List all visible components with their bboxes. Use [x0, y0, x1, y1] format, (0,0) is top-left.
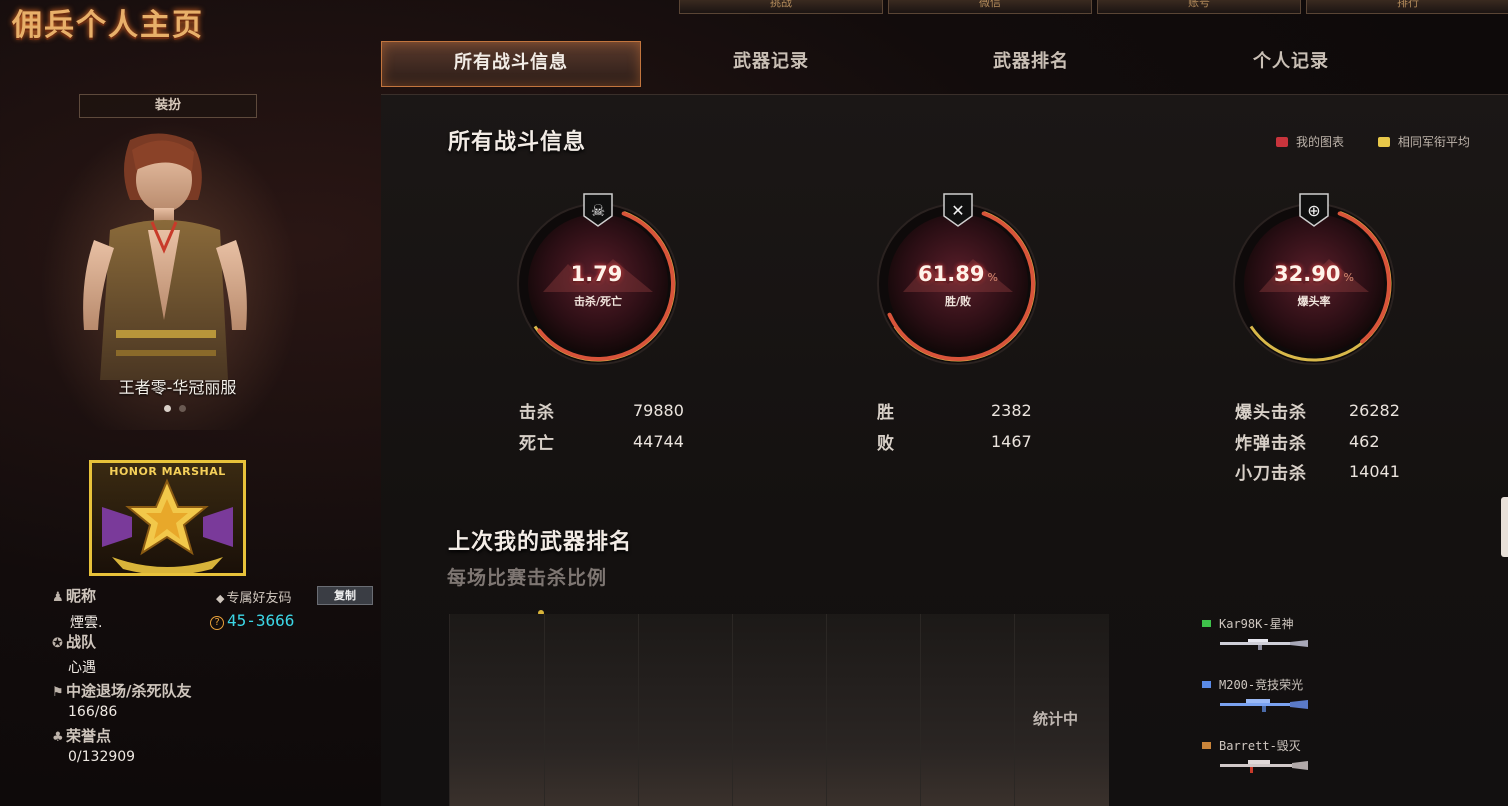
- stat-value: 44744: [633, 432, 684, 451]
- quit-value: 166/86: [68, 704, 118, 720]
- team-icon: ✪: [52, 636, 63, 651]
- friend-code-label: ◆ 专属好友码: [216, 591, 292, 606]
- nickname-value: 煙雲.: [70, 615, 103, 631]
- carousel-dots: [164, 405, 186, 412]
- weapon-ranking-title: 上次我的武器排名: [448, 530, 633, 555]
- weapon-chart-area: [449, 614, 1109, 806]
- user-icon: ♟: [52, 590, 64, 605]
- honor-marshal-emblem: [102, 478, 233, 573]
- rifle-icon: [1220, 699, 1308, 712]
- stat-value: 26282: [1349, 401, 1400, 420]
- stat-name: 击杀: [519, 403, 555, 423]
- stat-name: 炸弹击杀: [1235, 434, 1307, 454]
- crossed-rifles-icon-glyph: ✕: [951, 201, 964, 220]
- tab-bar: 所有战斗信息 武器记录 武器排名 个人记录: [381, 41, 1508, 87]
- rank-badge: HONOR MARSHAL: [89, 460, 246, 576]
- legend-swatch-average: [1377, 137, 1390, 147]
- grid-line: [638, 614, 639, 806]
- rifle-icon: [1220, 639, 1308, 650]
- grid-line: [1014, 614, 1015, 806]
- stat-value: 79880: [633, 401, 684, 420]
- scrollbar-handle[interactable]: [1501, 497, 1508, 557]
- quit-label: ⚑ 中途退场/杀死队友: [52, 682, 192, 700]
- top-nav-item[interactable]: 账号: [1097, 0, 1301, 14]
- skull-icon-glyph: ☠: [591, 201, 605, 220]
- kd-gauge-label: 击杀/死亡: [573, 295, 623, 308]
- tab-weapon-ranking[interactable]: 武器排名: [901, 41, 1161, 87]
- carousel-dot[interactable]: [179, 405, 186, 412]
- weapon-swatch: [1202, 681, 1211, 688]
- chart-legend: 我的图表 相同军衔平均: [1276, 133, 1508, 150]
- stat-value: 2382: [991, 401, 1032, 420]
- crosshair-icon-glyph: ⊕: [1307, 201, 1320, 220]
- kd-gauge-value: 1.79: [570, 262, 623, 286]
- top-nav-item[interactable]: 微信: [888, 0, 1092, 14]
- copy-button[interactable]: 复制: [317, 586, 373, 605]
- running-person-icon: ⚑: [52, 685, 64, 700]
- costume-name: 王者零-华冠丽服: [118, 378, 237, 397]
- legend-average-label: 相同军衔平均: [1397, 135, 1470, 149]
- friend-code-value: ? 45-3666: [210, 611, 294, 630]
- hs-gauge-value: 32.90%: [1274, 262, 1354, 286]
- rifle-icon: [1220, 760, 1308, 773]
- weapon-ranking-subtitle: 每场比赛击杀比例: [447, 567, 608, 589]
- tab-all-battle-info[interactable]: 所有战斗信息: [381, 41, 641, 87]
- legend-swatch-mine: [1276, 137, 1288, 147]
- carousel-dot[interactable]: [164, 405, 171, 412]
- stat-value: 1467: [991, 432, 1032, 451]
- top-nav-item[interactable]: 挑战: [679, 0, 883, 14]
- wl-gauge-value: 61.89%: [918, 262, 998, 286]
- tab-personal-records[interactable]: 个人记录: [1161, 41, 1421, 87]
- stat-name: 胜: [877, 403, 895, 423]
- stat-value: 14041: [1349, 462, 1400, 481]
- section-title: 所有战斗信息: [448, 130, 587, 155]
- costume-button[interactable]: 装扮: [79, 94, 257, 118]
- stat-name: 死亡: [519, 434, 555, 454]
- grid-line: [544, 614, 545, 806]
- wl-gauge-label: 胜/败: [944, 295, 972, 308]
- stat-name: 败: [877, 434, 895, 454]
- weapon-list-item[interactable]: M200-竞技荣光: [1202, 676, 1303, 693]
- weapon-list-item[interactable]: Barrett-毁灭: [1202, 737, 1301, 754]
- team-label: ✪ 战队: [52, 633, 97, 651]
- stat-name: 小刀击杀: [1235, 464, 1307, 484]
- character-avatar[interactable]: [60, 130, 270, 400]
- legend-mine-label: 我的图表: [1296, 135, 1345, 149]
- weapon-swatch: [1202, 620, 1211, 627]
- grid-line: [826, 614, 827, 806]
- grid-line: [920, 614, 921, 806]
- stat-value: 462: [1349, 432, 1380, 451]
- tag-icon: ◆: [216, 592, 225, 605]
- honor-value: 0/132909: [68, 749, 136, 765]
- weapon-swatch: [1202, 742, 1211, 749]
- weapon-list-item[interactable]: Kar98K-星神: [1202, 615, 1294, 632]
- top-nav-item[interactable]: 排行: [1306, 0, 1508, 14]
- question-icon[interactable]: ?: [210, 616, 224, 630]
- tab-weapon-records[interactable]: 武器记录: [641, 41, 901, 87]
- hs-gauge-label: 爆头率: [1297, 295, 1331, 308]
- grid-line: [732, 614, 733, 806]
- stat-name: 爆头击杀: [1235, 403, 1307, 423]
- team-value: 心遇: [68, 660, 96, 676]
- honor-label: ♣ 荣誉点: [52, 727, 112, 745]
- weapon-status-text: 统计中: [1033, 710, 1079, 728]
- top-nav: 挑战 微信 账号 排行: [679, 0, 1508, 14]
- page-title: 佣兵个人主页: [12, 8, 204, 43]
- clover-icon: ♣: [52, 730, 64, 745]
- nickname-label: ♟ 昵称: [52, 587, 97, 605]
